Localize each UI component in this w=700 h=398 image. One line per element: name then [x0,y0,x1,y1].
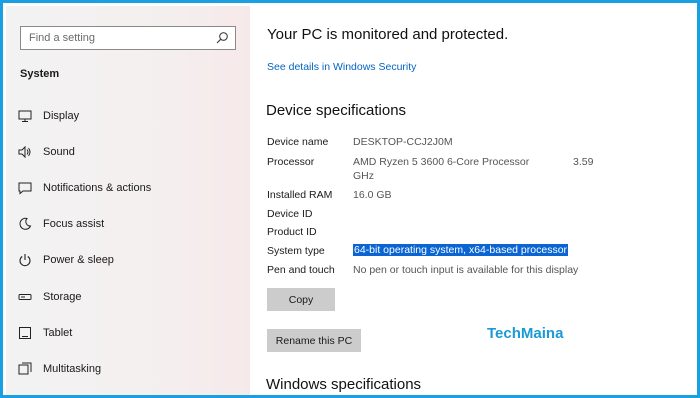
sidebar-item-label: Sound [43,146,75,158]
spec-value-processor-speed: 3.59 [573,156,594,168]
search-input[interactable] [29,30,209,46]
spec-value-system-type[interactable]: 64-bit operating system, x64-based proce… [353,244,569,256]
message-icon [18,182,32,195]
selected-text[interactable]: 64-bit operating system, x64-based proce… [353,244,569,256]
spec-label-product-id: Product ID [267,226,317,238]
spec-label-device-name: Device name [267,136,329,148]
sidebar: System Display Sound Notifications & act… [6,6,250,395]
windows-specifications-heading: Windows specifications [266,376,422,393]
sidebar-item-label: Storage [43,291,82,303]
spec-label-processor: Processor [267,156,315,168]
search-box[interactable] [20,26,236,50]
sidebar-item-label: Tablet [43,327,73,339]
sidebar-item-display[interactable]: Display [6,101,250,131]
sidebar-item-tablet[interactable]: Tablet [6,318,250,348]
tablet-icon [19,327,31,339]
storage-icon [18,294,32,300]
sidebar-item-focus-assist[interactable]: Focus assist [6,209,250,239]
spec-label-pen-touch: Pen and touch [267,264,335,276]
rename-pc-button[interactable]: Rename this PC [267,329,361,352]
speaker-icon [18,145,31,159]
sidebar-item-label: Display [43,110,80,122]
sidebar-item-label: Power & sleep [43,254,114,266]
watermark-logo: TechMaina [487,325,564,342]
search-icon[interactable] [215,31,229,45]
spec-label-device-id: Device ID [267,208,313,220]
sidebar-item-storage[interactable]: Storage [6,282,250,312]
multitasking-icon [18,362,32,375]
power-icon [19,254,31,267]
copy-button[interactable]: Copy [267,288,335,311]
spec-value-pen-touch: No pen or touch input is available for t… [353,264,579,276]
settings-window: System Display Sound Notifications & act… [0,0,700,398]
about-page: Your PC is monitored and protected. See … [250,6,697,395]
sidebar-item-notifications[interactable]: Notifications & actions [6,173,250,203]
sidebar-item-label: Multitasking [43,363,102,375]
sidebar-item-label: Focus assist [43,218,105,230]
spec-label-system-type: System type [267,245,325,257]
monitor-icon [18,110,32,122]
spec-value-processor: AMD Ryzen 5 3600 6-Core Processor [353,156,530,168]
spec-label-installed-ram: Installed RAM [267,189,333,201]
device-specifications-heading: Device specifications [266,102,407,119]
spec-value-installed-ram: 16.0 GB [353,189,392,201]
sidebar-item-label: Notifications & actions [43,182,152,194]
spec-value-device-name: DESKTOP-CCJ2J0M [353,136,453,148]
spec-value-processor-unit: GHz [353,170,374,182]
moon-icon [19,217,32,230]
sidebar-item-sound[interactable]: Sound [6,137,250,167]
windows-security-link[interactable]: See details in Windows Security [267,61,416,73]
sidebar-item-power-sleep[interactable]: Power & sleep [6,245,250,275]
sidebar-item-multitasking[interactable]: Multitasking [6,354,250,384]
sidebar-section-title: System [20,68,60,80]
protection-heading: Your PC is monitored and protected. [267,26,509,43]
